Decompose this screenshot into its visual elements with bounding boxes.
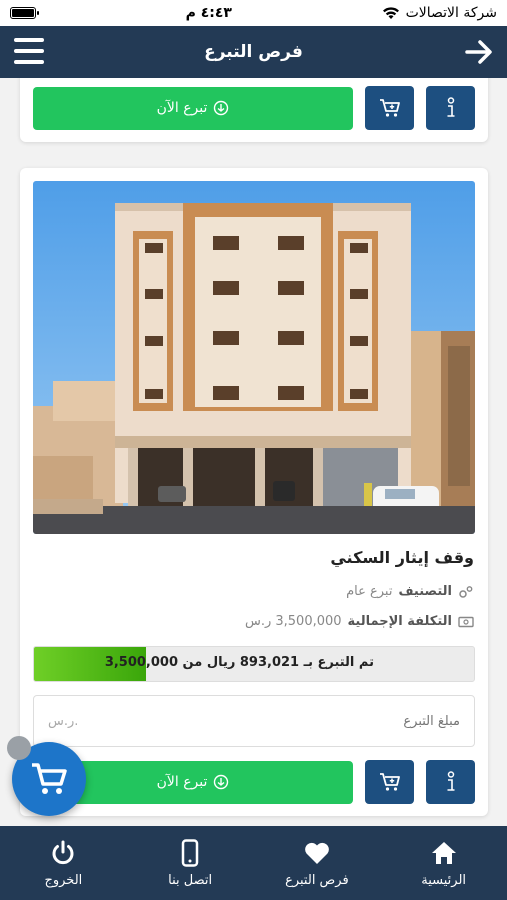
status-time: ٤:٤٣ م	[185, 5, 232, 21]
category-row: التصنيف تبرع عام	[346, 584, 474, 599]
donation-progress-bar: تم التبرع بـ 893,021 ريال من 3,500,000	[33, 646, 475, 682]
action-row-main: تبرع الآن	[33, 760, 475, 804]
category-label: التصنيف	[398, 584, 452, 599]
nav-logout[interactable]: الخروج	[0, 839, 126, 888]
project-photo	[33, 181, 475, 534]
donate-now-button[interactable]: تبرع الآن	[33, 86, 353, 130]
donate-now-label: تبرع الآن	[156, 100, 208, 116]
app-header: فرص التبرع	[0, 26, 507, 78]
add-to-cart-button[interactable]	[365, 760, 414, 804]
total-cost-row: التكلفة الإجمالية 3,500,000 ر.س	[245, 614, 474, 629]
page-title: فرص التبرع	[204, 42, 303, 62]
arrow-right-icon[interactable]	[463, 36, 495, 68]
cart-icon	[379, 99, 400, 117]
info-button[interactable]	[426, 86, 475, 130]
bottom-nav: الخروج اتصل بنا فرص التبرع الرئيسية	[0, 826, 507, 900]
phone-icon	[181, 838, 199, 867]
info-icon	[447, 97, 454, 117]
donation-amount-field[interactable]: ر.س.	[33, 695, 475, 747]
home-icon	[431, 841, 456, 864]
gears-icon	[459, 585, 473, 598]
status-left	[10, 7, 39, 19]
nav-contact-label: اتصل بنا	[168, 872, 213, 888]
category-value: تبرع عام	[346, 584, 393, 599]
project-title: وقف إيثار السكني	[330, 548, 474, 567]
building-image	[33, 181, 475, 534]
donate-icon	[214, 100, 229, 116]
cart-badge[interactable]	[7, 736, 31, 760]
donate-now-label: تبرع الآن	[156, 774, 208, 790]
cart-icon	[379, 773, 400, 791]
carrier-name: شركة الاتصالات	[405, 5, 497, 21]
money-icon	[458, 616, 474, 627]
total-cost-value: 3,500,000 ر.س	[244, 614, 342, 629]
heart-icon	[305, 842, 329, 864]
project-card: وقف إيثار السكني التصنيف تبرع عام التكلف…	[20, 168, 488, 816]
action-row: تبرع الآن	[33, 86, 475, 130]
nav-home[interactable]: الرئيسية	[381, 839, 507, 888]
progress-text: تم التبرع بـ 893,021 ريال من 3,500,000	[104, 655, 374, 670]
info-button[interactable]	[426, 760, 475, 804]
power-icon	[52, 840, 74, 864]
donation-amount-input[interactable]	[160, 713, 460, 729]
nav-opportunities[interactable]: فرص التبرع	[254, 839, 380, 888]
status-right: شركة الاتصالات	[382, 5, 497, 21]
nav-opportunities-label: فرص التبرع	[285, 872, 349, 888]
donate-icon	[214, 774, 229, 790]
cart-icon	[32, 763, 67, 794]
info-icon	[447, 771, 454, 791]
nav-home-label: الرئيسية	[421, 872, 467, 888]
status-bar: ٤:٤٣ م شركة الاتصالات	[0, 0, 507, 26]
nav-contact[interactable]: اتصل بنا	[127, 838, 253, 888]
currency-suffix: ر.س.	[48, 713, 79, 729]
total-cost-label: التكلفة الإجمالية	[347, 614, 452, 629]
add-to-cart-button[interactable]	[365, 86, 414, 130]
content-scroll[interactable]: تبرع الآن وقف إيثار السكني التصنيف تبرع …	[0, 78, 507, 826]
nav-logout-label: الخروج	[44, 872, 83, 888]
battery-icon	[10, 7, 39, 19]
wifi-icon	[382, 7, 399, 19]
menu-button[interactable]	[14, 38, 44, 64]
project-card-previous: تبرع الآن	[20, 78, 488, 142]
